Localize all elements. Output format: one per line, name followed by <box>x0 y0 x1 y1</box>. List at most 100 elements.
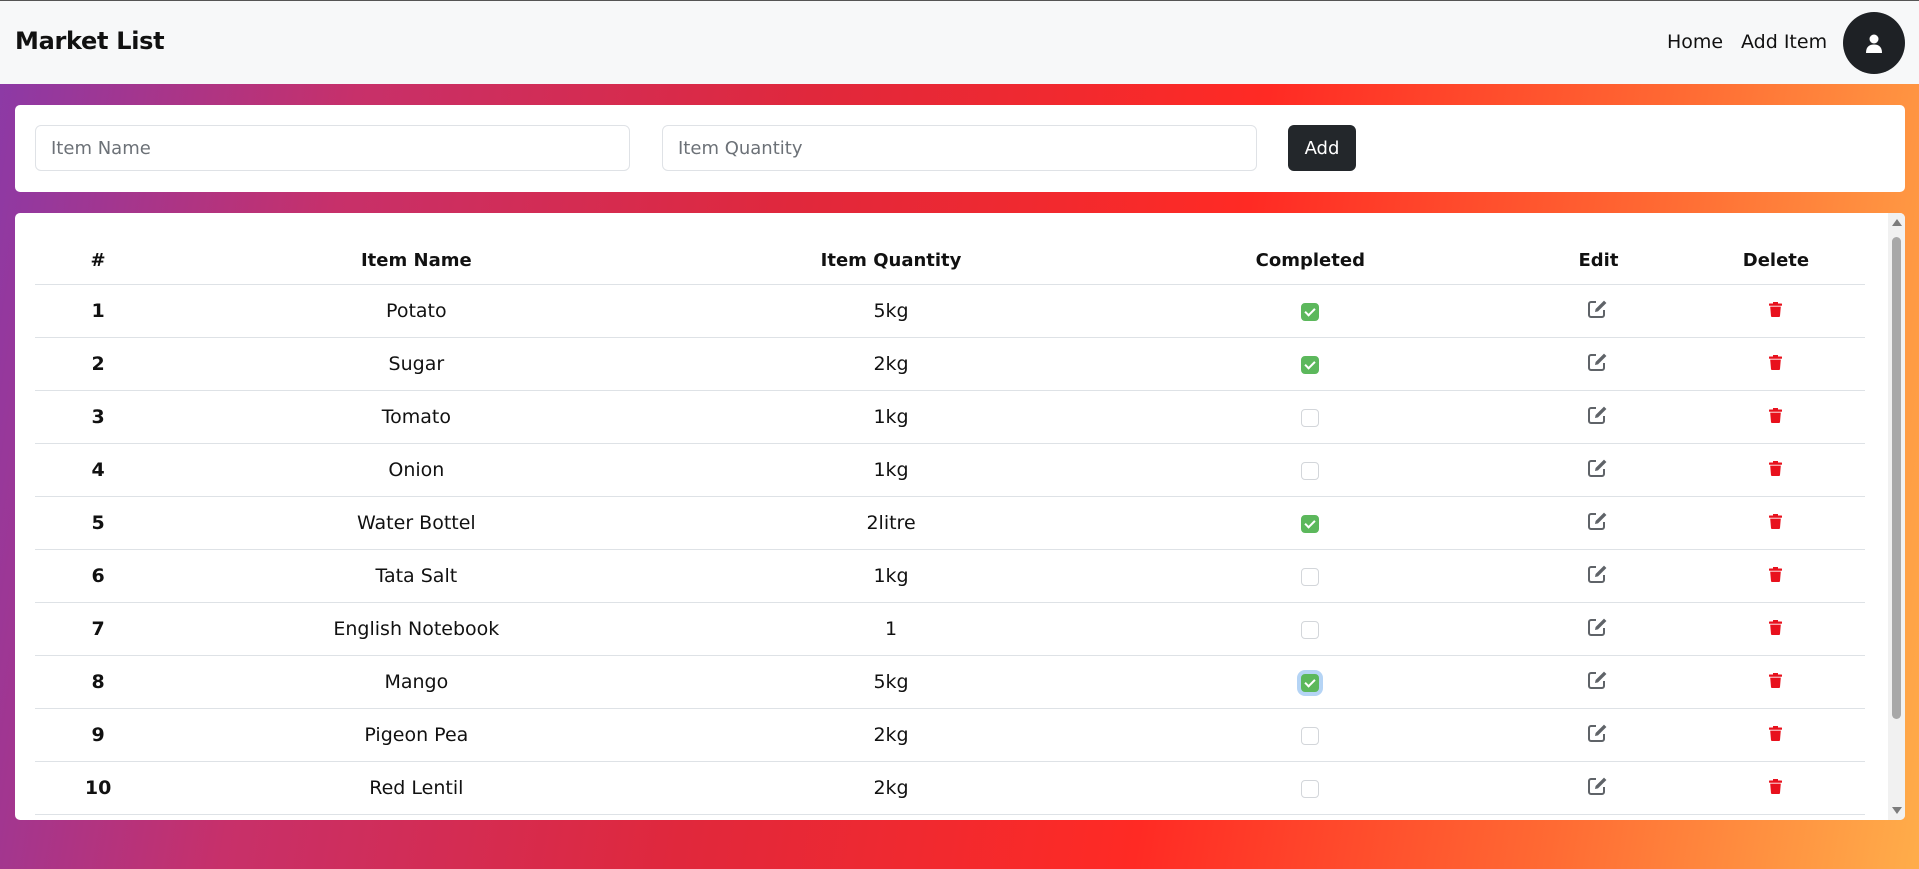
row-edit-cell <box>1510 602 1687 656</box>
delete-button[interactable] <box>1769 618 1783 640</box>
delete-button[interactable] <box>1769 406 1783 428</box>
delete-button[interactable] <box>1769 353 1783 375</box>
nav-link-home[interactable]: Home <box>1667 31 1723 53</box>
row-item-quantity: 1 <box>671 602 1111 656</box>
trash-icon <box>1769 779 1783 795</box>
edit-button[interactable] <box>1587 299 1609 324</box>
edit-button[interactable] <box>1587 617 1609 642</box>
table-row: 4 Onion 1kg <box>35 443 1865 497</box>
row-item-name: Water Bottel <box>161 496 672 550</box>
completed-checkbox[interactable] <box>1301 673 1320 692</box>
nav-link-add-item[interactable]: Add Item <box>1741 31 1827 53</box>
completed-checkbox[interactable] <box>1301 514 1320 533</box>
header-item-name: Item Name <box>161 236 672 285</box>
trash-icon <box>1769 620 1783 636</box>
row-item-name: Pigeon Pea <box>161 708 672 762</box>
edit-icon <box>1588 406 1607 424</box>
row-item-name: Tata Salt <box>161 549 672 603</box>
completed-checkbox[interactable] <box>1301 620 1320 639</box>
row-item-quantity: 2kg <box>671 761 1111 815</box>
delete-button[interactable] <box>1769 777 1783 799</box>
delete-button[interactable] <box>1769 459 1783 481</box>
completed-checkbox[interactable] <box>1301 461 1320 480</box>
edit-icon <box>1588 512 1607 530</box>
trash-icon <box>1769 726 1783 742</box>
completed-checkbox[interactable] <box>1301 302 1320 321</box>
row-index: 5 <box>35 496 162 550</box>
edit-button[interactable] <box>1587 458 1609 483</box>
table-row: 2 Sugar 2kg <box>35 337 1865 391</box>
row-completed-cell <box>1110 496 1511 550</box>
completed-checkbox[interactable] <box>1301 726 1320 745</box>
row-item-quantity: 1kg <box>671 390 1111 444</box>
delete-button[interactable] <box>1769 565 1783 587</box>
edit-button[interactable] <box>1587 564 1609 589</box>
user-avatar-button[interactable] <box>1843 12 1905 74</box>
scroll-up-arrow[interactable] <box>1892 219 1902 226</box>
row-delete-cell <box>1686 708 1865 762</box>
edit-button[interactable] <box>1587 776 1609 801</box>
row-completed-cell <box>1110 443 1511 497</box>
header-edit: Edit <box>1510 236 1687 285</box>
table-row: 9 Pigeon Pea 2kg <box>35 708 1865 762</box>
row-delete-cell <box>1686 443 1865 497</box>
delete-button[interactable] <box>1769 671 1783 693</box>
edit-button[interactable] <box>1587 670 1609 695</box>
edit-button[interactable] <box>1587 352 1609 377</box>
row-delete-cell <box>1686 496 1865 550</box>
row-index: 8 <box>35 655 162 709</box>
row-item-quantity: 5kg <box>671 655 1111 709</box>
row-item-quantity: 2litre <box>671 496 1111 550</box>
row-item-quantity: 5kg <box>671 284 1111 338</box>
row-index: 6 <box>35 549 162 603</box>
item-quantity-input[interactable] <box>662 125 1257 171</box>
table-row: 10 Red Lentil 2kg <box>35 761 1865 815</box>
row-completed-cell <box>1110 708 1511 762</box>
header-completed: Completed <box>1110 236 1511 285</box>
delete-button[interactable] <box>1769 300 1783 322</box>
row-delete-cell <box>1686 337 1865 391</box>
row-index: 10 <box>35 761 162 815</box>
trash-icon <box>1769 461 1783 477</box>
table-header-row: # Item Name Item Quantity Completed Edit… <box>35 236 1865 285</box>
items-table-card: # Item Name Item Quantity Completed Edit… <box>15 213 1905 820</box>
completed-checkbox[interactable] <box>1301 779 1320 798</box>
row-item-name: Tomato <box>161 390 672 444</box>
table-body: 1 Potato 5kg 2 Sugar 2kg 3 Tomato 1kg 4 Onion 1kg 5 W… <box>35 284 1865 815</box>
brand-title[interactable]: Market List <box>15 27 165 55</box>
trash-icon <box>1769 673 1783 689</box>
edit-icon <box>1588 459 1607 477</box>
delete-button[interactable] <box>1769 512 1783 534</box>
delete-button[interactable] <box>1769 724 1783 746</box>
row-index: 1 <box>35 284 162 338</box>
table-row: 7 English Notebook 1 <box>35 602 1865 656</box>
row-edit-cell <box>1510 761 1687 815</box>
edit-icon <box>1588 724 1607 742</box>
row-edit-cell <box>1510 284 1687 338</box>
table-scrollbar[interactable] <box>1888 213 1905 820</box>
completed-checkbox[interactable] <box>1301 408 1320 427</box>
edit-button[interactable] <box>1587 405 1609 430</box>
row-delete-cell <box>1686 390 1865 444</box>
header-index: # <box>35 236 162 285</box>
scroll-down-arrow[interactable] <box>1892 807 1902 814</box>
scroll-thumb[interactable] <box>1892 237 1901 719</box>
row-index: 9 <box>35 708 162 762</box>
trash-icon <box>1769 514 1783 530</box>
row-item-name: Mango <box>161 655 672 709</box>
edit-icon <box>1588 300 1607 318</box>
add-button[interactable]: Add <box>1288 125 1356 171</box>
row-delete-cell <box>1686 284 1865 338</box>
item-name-input[interactable] <box>35 125 630 171</box>
trash-icon <box>1769 408 1783 424</box>
completed-checkbox[interactable] <box>1301 567 1320 586</box>
completed-checkbox[interactable] <box>1301 355 1320 374</box>
row-item-quantity: 1kg <box>671 549 1111 603</box>
row-delete-cell <box>1686 655 1865 709</box>
row-item-quantity: 2kg <box>671 708 1111 762</box>
row-edit-cell <box>1510 655 1687 709</box>
edit-button[interactable] <box>1587 723 1609 748</box>
navbar: Market List Home Add Item <box>0 0 1919 84</box>
row-completed-cell <box>1110 284 1511 338</box>
edit-button[interactable] <box>1587 511 1609 536</box>
